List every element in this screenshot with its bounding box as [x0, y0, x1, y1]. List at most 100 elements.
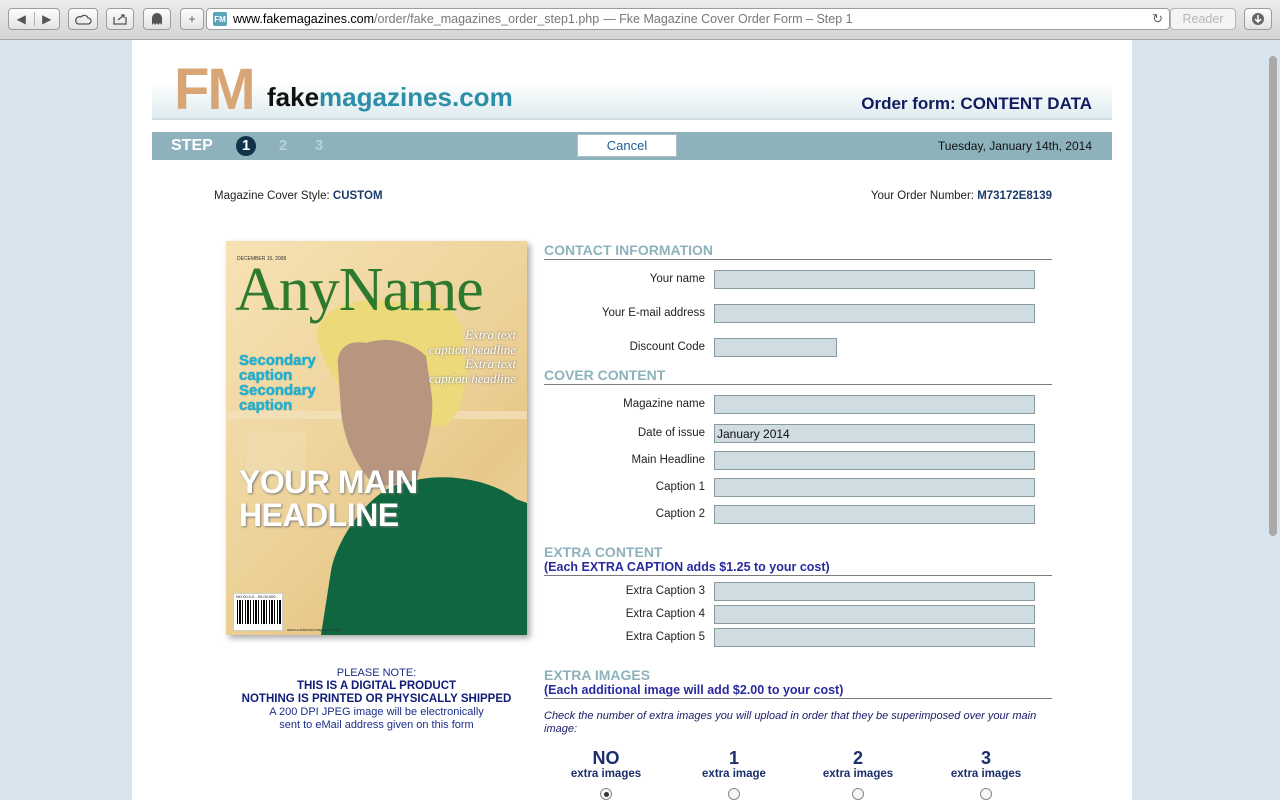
- discount-field-row: Discount Code: [544, 338, 1052, 358]
- logo-fake: fake: [267, 82, 320, 112]
- browser-toolbar: ◀ ▶ + FM www.fakemagazines.com /order/fa…: [0, 0, 1280, 40]
- cover-magazine-title: AnyName: [235, 256, 484, 324]
- plus-icon: +: [188, 12, 196, 26]
- date-of-issue-row: Date of issue January 2014: [544, 424, 1052, 444]
- extra-images-option-none[interactable]: NO extra images: [556, 748, 656, 800]
- extra-caption-4-row: Extra Caption 4: [544, 605, 1052, 625]
- extra-caption-4-label: Extra Caption 4: [625, 608, 705, 620]
- extra-content-title: EXTRA CONTENT: [544, 544, 663, 560]
- page-title: — Fke Magazine Cover Order Form – Step 1: [603, 12, 853, 26]
- extra-content-section-title: EXTRA CONTENT (Each EXTRA CAPTION adds $…: [544, 544, 1052, 576]
- digital-product-note: PLEASE NOTE: THIS IS A DIGITAL PRODUCT N…: [226, 667, 527, 732]
- radio-3[interactable]: [980, 788, 992, 800]
- main-headline-input[interactable]: [714, 451, 1035, 470]
- extra-caption-5-row: Extra Caption 5: [544, 628, 1052, 648]
- new-tab-button[interactable]: +: [180, 8, 204, 30]
- main-headline-label: Main Headline: [631, 454, 705, 466]
- share-button[interactable]: [106, 8, 134, 30]
- extra-images-option-3[interactable]: 3 extra images: [936, 748, 1036, 800]
- extra-caption-5-label: Extra Caption 5: [625, 631, 705, 643]
- order-form-title: Order form: CONTENT DATA: [861, 94, 1092, 113]
- page-scrollbar[interactable]: [1269, 56, 1277, 536]
- caption-1-input[interactable]: [714, 478, 1035, 497]
- email-input[interactable]: [714, 304, 1035, 323]
- step-3-indicator: 3: [314, 137, 324, 154]
- discount-label: Discount Code: [629, 341, 705, 353]
- cover-secondary-caption: Secondary caption Secondary caption: [239, 352, 316, 414]
- back-arrow-icon[interactable]: ◀: [9, 12, 34, 26]
- cancel-button[interactable]: Cancel: [577, 134, 677, 157]
- icloud-button[interactable]: [68, 8, 98, 30]
- barcode-text: NO 00.0.0 - 00.00.000: [236, 594, 276, 599]
- main-headline-row: Main Headline: [544, 451, 1052, 471]
- cover-style-label: Magazine Cover Style:: [214, 190, 330, 202]
- extra-images-section-title: EXTRA IMAGES (Each additional image will…: [544, 667, 1052, 699]
- cover-barcode: NO 00.0.0 - 00.00.000: [233, 593, 283, 631]
- cover-style-value: CUSTOM: [332, 190, 383, 202]
- step-2-indicator: 2: [278, 137, 288, 154]
- site-logo-name[interactable]: fakemagazines.com: [267, 82, 513, 113]
- caption-2-input[interactable]: [714, 505, 1035, 524]
- downloads-button[interactable]: [1244, 8, 1272, 30]
- cover-section-title: COVER CONTENT: [544, 367, 1052, 385]
- share-icon: [113, 14, 127, 25]
- extra-caption-3-input[interactable]: [714, 582, 1035, 601]
- radio-2[interactable]: [852, 788, 864, 800]
- option-text: extra image: [702, 768, 766, 780]
- favicon: FM: [213, 12, 227, 26]
- site-logo-fm[interactable]: FM: [174, 56, 256, 123]
- option-number: 3: [980, 748, 991, 768]
- url-host: www.fakemagazines.com: [233, 12, 375, 26]
- step-bar: STEP 1 2 3 Cancel Tuesday, January 14th,…: [152, 132, 1112, 160]
- extra-caption-5-input[interactable]: [714, 628, 1035, 647]
- magazine-cover-preview: DECEMBER 15, 2008 AnyName Secondary capt…: [226, 241, 527, 635]
- page-content: FM fakemagazines.com Order form: CONTENT…: [132, 40, 1132, 800]
- option-text: extra images: [822, 768, 894, 780]
- back-forward-buttons[interactable]: ◀ ▶: [8, 8, 60, 30]
- option-number: NO: [592, 748, 620, 768]
- caption-2-row: Caption 2: [544, 505, 1052, 525]
- note-heading: PLEASE NOTE:: [336, 667, 417, 679]
- radio-1[interactable]: [728, 788, 740, 800]
- url-path: /order/fake_magazines_order_step1.php: [374, 12, 600, 26]
- magazine-name-input[interactable]: [714, 395, 1035, 414]
- extra-images-option-2[interactable]: 2 extra images: [808, 748, 908, 800]
- note-jpeg: A 200 DPI JPEG image will be electronica…: [269, 706, 484, 718]
- email-label: Your E-mail address: [601, 307, 705, 319]
- extra-caption-3-label: Extra Caption 3: [625, 585, 705, 597]
- option-text: extra images: [950, 768, 1022, 780]
- ghostery-button[interactable]: [143, 8, 171, 30]
- order-number-value: M73172E8139: [977, 190, 1052, 202]
- date-of-issue-input[interactable]: January 2014: [714, 424, 1035, 443]
- note-shipping: NOTHING IS PRINTED OR PHYSICALLY SHIPPED: [241, 693, 512, 705]
- barcode-bars: [237, 600, 281, 624]
- logo-magazines: magazines: [319, 82, 452, 112]
- extra-caption-4-input[interactable]: [714, 605, 1035, 624]
- extra-images-option-1[interactable]: 1 extra image: [684, 748, 784, 800]
- order-number-label: Your Order Number:: [870, 190, 974, 202]
- cover-site: www.customizemagazine.com: [287, 627, 341, 632]
- ghost-icon: [152, 13, 162, 25]
- download-icon: [1252, 13, 1264, 25]
- radio-none[interactable]: [600, 788, 612, 800]
- address-bar[interactable]: FM www.fakemagazines.com /order/fake_mag…: [206, 8, 1170, 30]
- reload-icon[interactable]: ↻: [1152, 11, 1163, 27]
- name-input[interactable]: [714, 270, 1035, 289]
- extra-images-instructions: Check the number of extra images you wil…: [544, 710, 1037, 735]
- cloud-icon: [75, 14, 92, 25]
- caption-1-label: Caption 1: [655, 481, 705, 493]
- option-number: 1: [728, 748, 739, 768]
- cover-main-headline: YOUR MAIN HEADLINE: [239, 464, 418, 533]
- name-label: Your name: [649, 273, 705, 285]
- forward-arrow-icon[interactable]: ▶: [33, 12, 60, 26]
- magazine-name-row: Magazine name: [544, 395, 1052, 415]
- reader-button[interactable]: Reader: [1170, 8, 1236, 30]
- option-number: 2: [852, 748, 863, 768]
- caption-2-label: Caption 2: [655, 508, 705, 520]
- option-text: extra images: [570, 768, 642, 780]
- discount-input[interactable]: [714, 338, 837, 357]
- extra-images-title: EXTRA IMAGES: [544, 667, 651, 683]
- cover-style-info: Magazine Cover Style: CUSTOM: [214, 190, 383, 202]
- note-email: sent to eMail address given on this form: [279, 719, 474, 731]
- logo-dotcom: .com: [452, 82, 513, 112]
